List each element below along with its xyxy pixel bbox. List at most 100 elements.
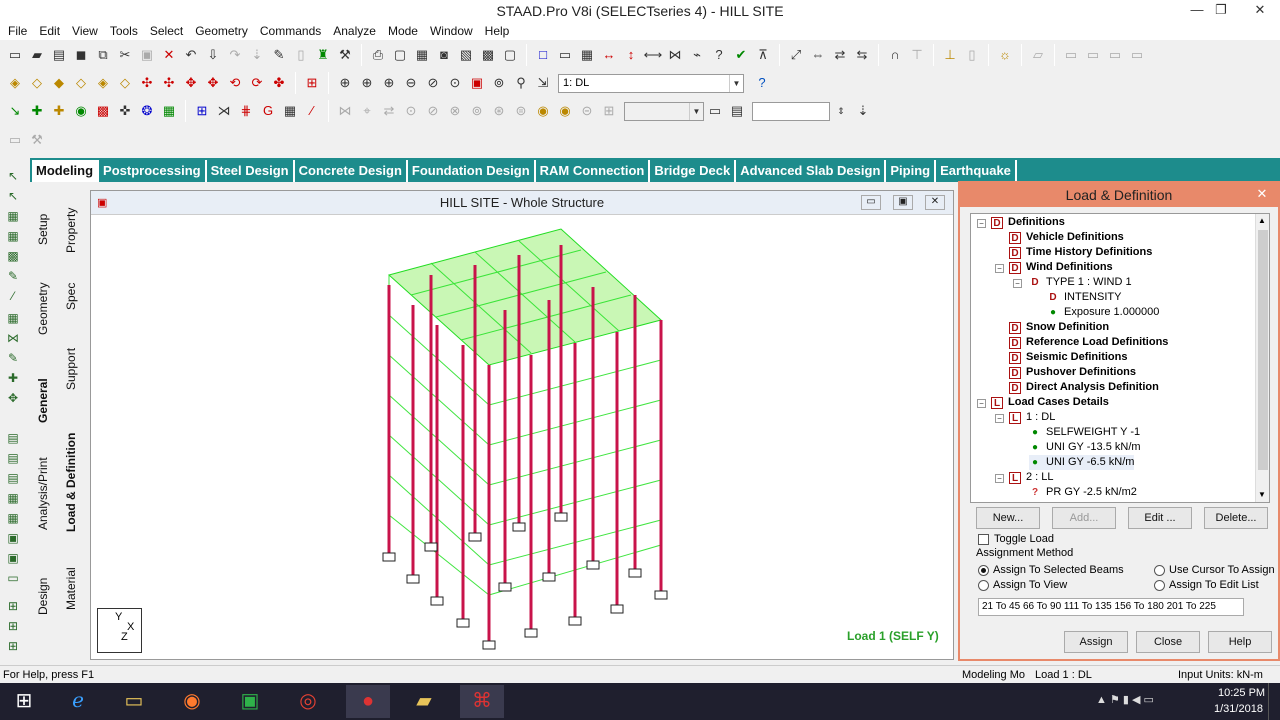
tab-piping[interactable]: Piping	[886, 160, 937, 182]
tree-node-time-history[interactable]: D Time History Definitions	[1009, 245, 1152, 260]
tool-disabled-icon[interactable]: ⚒	[27, 130, 47, 150]
tab-earthquake[interactable]: Earthquake	[936, 160, 1017, 182]
disabled-3-icon[interactable]: ⇄	[379, 101, 399, 121]
tool-b-icon[interactable]: ▤	[4, 450, 22, 466]
structure-viewport[interactable]: ▣ HILL SITE - Whole Structure ▭ ▣ ✕ Y X …	[90, 190, 954, 660]
select-surfaces-icon[interactable]: ▩	[93, 101, 113, 121]
print-icon[interactable]: ⎙	[368, 45, 388, 65]
split-icon[interactable]: ⇆	[852, 45, 872, 65]
download-icon[interactable]: ⇩	[203, 45, 223, 65]
tool-i-icon[interactable]: ⊞	[4, 598, 22, 614]
arc-icon[interactable]: ∩	[885, 45, 905, 65]
edit-disabled-icon[interactable]: ▭	[5, 130, 25, 150]
lamp-icon[interactable]: ☼	[995, 45, 1015, 65]
unit-field[interactable]	[752, 101, 830, 121]
expand-icon[interactable]: −	[977, 399, 986, 408]
zoom-in-icon[interactable]: ⊕	[335, 73, 355, 93]
tab-concrete-design[interactable]: Concrete Design	[295, 160, 408, 182]
assign-button[interactable]: Assign	[1064, 631, 1128, 653]
tool-c-icon[interactable]: ▤	[4, 470, 22, 486]
copy-icon[interactable]: ⧉	[93, 45, 113, 65]
menu-mode[interactable]: Mode	[382, 22, 424, 40]
pen-icon[interactable]: ✎	[269, 45, 289, 65]
tool-a-icon[interactable]: ▤	[4, 430, 22, 446]
zoom-all-icon[interactable]: ⊙	[445, 73, 465, 93]
zoom-window-icon[interactable]: ⊕	[357, 73, 377, 93]
solid-icon[interactable]: ▱	[1028, 45, 1048, 65]
tree-node-exposure[interactable]: ● Exposure 1.000000	[1047, 305, 1159, 320]
tool-pen-icon[interactable]: ✎	[4, 350, 22, 366]
color-1-icon[interactable]: ◉	[533, 101, 553, 121]
left-view-icon[interactable]: ◇	[71, 73, 91, 93]
disabled-2-icon[interactable]: ⌖	[357, 101, 377, 121]
tree-node-reference-load[interactable]: D Reference Load Definitions	[1009, 335, 1168, 350]
load-tree[interactable]: − D Definitions D Vehicle Definitions D Tim…	[970, 213, 1270, 503]
tag-icon[interactable]: ⌁	[687, 45, 707, 65]
spin-right-icon[interactable]: ⟳	[247, 73, 267, 93]
tree-scrollbar[interactable]: ▲ ▼	[1255, 214, 1269, 502]
select-geometry-icon[interactable]: ✜	[115, 101, 135, 121]
load-icon[interactable]: ⇲	[533, 73, 553, 93]
disabled-6-icon[interactable]: ⊗	[445, 101, 465, 121]
snap-node-icon[interactable]: ⊞	[192, 101, 212, 121]
vtab-support[interactable]: Support	[64, 348, 78, 390]
print-preview-icon[interactable]: ▢	[390, 45, 410, 65]
window-4-icon[interactable]: ▭	[1127, 45, 1147, 65]
new-button[interactable]: New...	[976, 507, 1040, 529]
select-plates-icon[interactable]: ✚	[49, 101, 69, 121]
app-orange-icon[interactable]: ◉	[170, 685, 214, 718]
tab-steel-design[interactable]: Steel Design	[207, 160, 295, 182]
tab-foundation-design[interactable]: Foundation Design	[408, 160, 536, 182]
vtab-material[interactable]: Material	[64, 567, 78, 610]
expand-icon[interactable]: −	[977, 219, 986, 228]
tool-f-icon[interactable]: ▣	[4, 530, 22, 546]
cursor-plates-icon[interactable]: ▦	[4, 208, 22, 224]
tree-node-wind[interactable]: D Wind Definitions	[1009, 260, 1113, 275]
assign-list-field[interactable]: 21 To 45 66 To 90 111 To 135 156 To 180 …	[978, 598, 1244, 616]
select-cursor-icon[interactable]: ❂	[137, 101, 157, 121]
disabled-11-icon[interactable]: ⊞	[599, 101, 619, 121]
menu-tools[interactable]: Tools	[104, 22, 144, 40]
window-3-icon[interactable]: ▭	[1105, 45, 1125, 65]
picture-icon[interactable]: ▧	[456, 45, 476, 65]
structure-wizard-icon[interactable]: ♜	[313, 45, 333, 65]
tab-bridge-deck[interactable]: Bridge Deck	[650, 160, 737, 182]
tree-node-selfweight[interactable]: ● SELFWEIGHT Y -1	[1029, 425, 1140, 440]
zoom-out-icon[interactable]: ⊖	[401, 73, 421, 93]
disabled-5-icon[interactable]: ⊘	[423, 101, 443, 121]
beam-icon[interactable]: ⊤	[907, 45, 927, 65]
tool-join-icon[interactable]: ⋈	[4, 330, 22, 346]
print-current-icon[interactable]: ▦	[412, 45, 432, 65]
grid-icon[interactable]: ▦	[280, 101, 300, 121]
wrench-icon[interactable]: ⚒	[335, 45, 355, 65]
arrow-down-icon[interactable]: ⇣	[247, 45, 267, 65]
viewport-minimize-button[interactable]: ▭	[861, 195, 881, 210]
tool-h-icon[interactable]: ▭	[4, 570, 22, 586]
toggle-load-checkbox[interactable]: Toggle Load	[978, 533, 1054, 545]
mirror-icon[interactable]: ⇄	[830, 45, 850, 65]
show-desktop-button[interactable]	[1268, 683, 1280, 720]
camera-icon[interactable]: ◙	[434, 45, 454, 65]
vtab-load-definition[interactable]: Load & Definition	[64, 433, 78, 532]
tree-node-ll[interactable]: L2 : LL	[1009, 470, 1054, 485]
add-beam-icon[interactable]: ⋊	[214, 101, 234, 121]
disabled-4-icon[interactable]: ⊙	[401, 101, 421, 121]
zoom-previous-icon[interactable]: ⊘	[423, 73, 443, 93]
vtab-setup[interactable]: Setup	[36, 214, 50, 245]
spin-left-icon[interactable]: ⟲	[225, 73, 245, 93]
tool-e-icon[interactable]: ▦	[4, 510, 22, 526]
tool-cross-icon[interactable]: ✚	[4, 370, 22, 386]
paste-icon[interactable]: ▣	[137, 45, 157, 65]
dialog-close-icon[interactable]: ✕	[1252, 185, 1272, 203]
cursor-beams-icon[interactable]: ↖	[4, 168, 22, 184]
select-solids-icon[interactable]: ◉	[71, 101, 91, 121]
tray-icons[interactable]: ▲ ⚑ ▮ ◀ ▭	[1096, 693, 1154, 706]
menu-commands[interactable]: Commands	[254, 22, 327, 40]
menu-file[interactable]: File	[2, 22, 33, 40]
line-icon[interactable]: ⁄	[302, 101, 322, 121]
tree-node-snow[interactable]: D Snow Definition	[1009, 320, 1109, 335]
pan-icon[interactable]: ✤	[269, 73, 289, 93]
iso-view-icon[interactable]: ◈	[5, 73, 25, 93]
plate-icon[interactable]: ▯	[962, 45, 982, 65]
recorder-icon[interactable]: ●	[346, 685, 390, 718]
